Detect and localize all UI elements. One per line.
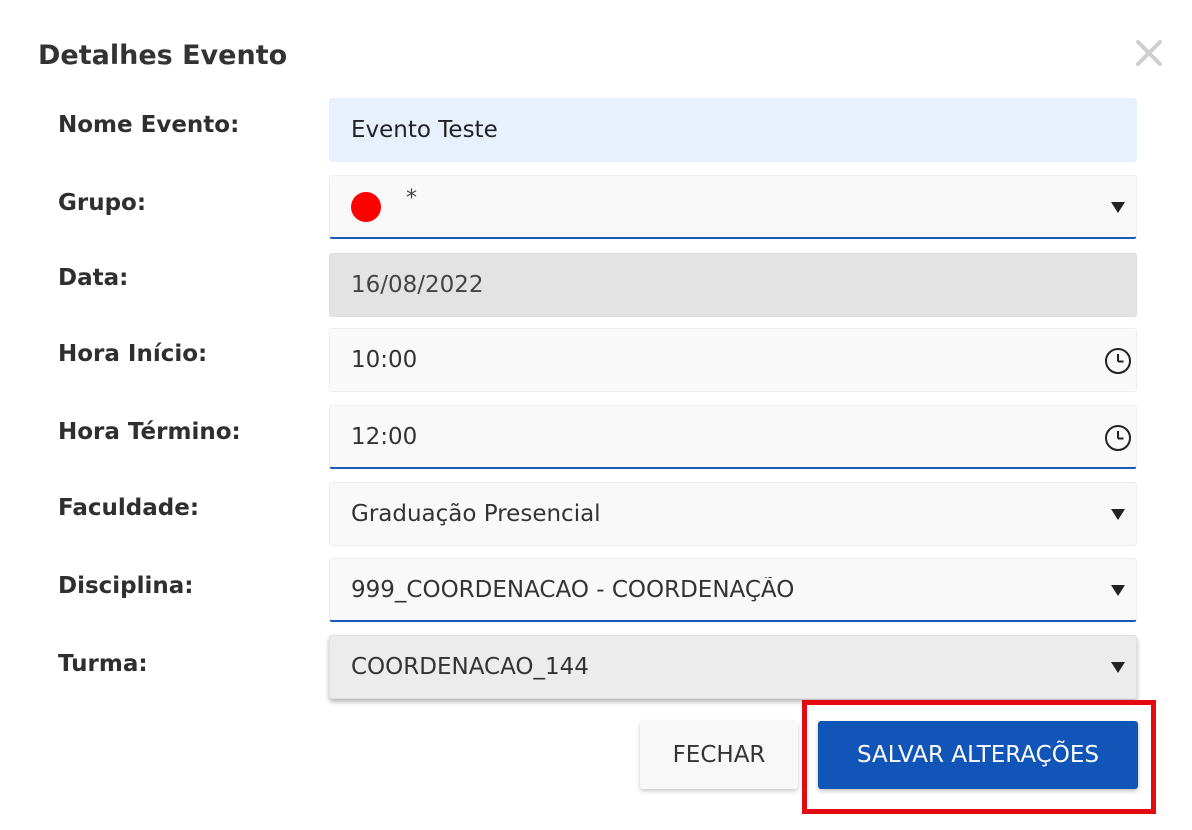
fechar-button[interactable]: FECHAR bbox=[640, 721, 798, 789]
event-details-dialog: Detalhes Evento Nome Evento: Evento Test… bbox=[0, 0, 1192, 830]
grupo-label: Grupo: bbox=[58, 190, 147, 216]
disciplina-label: Disciplina: bbox=[58, 573, 194, 599]
hora-termino-label: Hora Término: bbox=[58, 419, 241, 445]
nome-evento-label: Nome Evento: bbox=[58, 112, 240, 138]
nome-evento-input[interactable]: Evento Teste bbox=[329, 98, 1137, 162]
close-icon bbox=[1136, 40, 1162, 66]
chevron-down-icon bbox=[1111, 584, 1125, 596]
hora-inicio-value: 10:00 bbox=[351, 347, 418, 373]
salvar-alteracoes-button[interactable]: SALVAR ALTERAÇÕES bbox=[818, 721, 1138, 789]
data-label: Data: bbox=[58, 265, 129, 291]
hora-termino-value: 12:00 bbox=[351, 423, 418, 450]
chevron-down-icon bbox=[1111, 662, 1125, 673]
disciplina-value: 999_COORDENACAO - COORDENAÇÃO bbox=[351, 576, 795, 603]
nome-evento-value: Evento Teste bbox=[351, 117, 498, 143]
chevron-down-icon bbox=[1111, 201, 1125, 213]
hora-inicio-label: Hora Início: bbox=[58, 341, 208, 367]
group-color-dot bbox=[351, 191, 381, 222]
grupo-select[interactable]: * bbox=[329, 175, 1137, 239]
faculdade-value: Graduação Presencial bbox=[351, 501, 601, 527]
faculdade-label: Faculdade: bbox=[58, 495, 200, 521]
hora-termino-input[interactable]: 12:00 bbox=[329, 405, 1137, 469]
close-button[interactable] bbox=[1128, 30, 1172, 74]
clock-icon[interactable] bbox=[1103, 346, 1133, 376]
turma-select[interactable]: COORDENACAO_144 bbox=[329, 635, 1137, 699]
chevron-down-icon bbox=[1111, 509, 1125, 520]
grupo-value: * bbox=[406, 186, 417, 211]
hora-inicio-input[interactable]: 10:00 bbox=[329, 328, 1137, 392]
clock-icon[interactable] bbox=[1103, 423, 1133, 453]
turma-value: COORDENACAO_144 bbox=[351, 654, 589, 680]
data-input: 16/08/2022 bbox=[329, 253, 1137, 317]
turma-label: Turma: bbox=[58, 651, 148, 677]
dialog-title: Detalhes Evento bbox=[38, 40, 288, 71]
disciplina-select[interactable]: 999_COORDENACAO - COORDENAÇÃO bbox=[329, 558, 1137, 622]
data-value: 16/08/2022 bbox=[351, 272, 484, 298]
faculdade-select[interactable]: Graduação Presencial bbox=[329, 482, 1137, 546]
